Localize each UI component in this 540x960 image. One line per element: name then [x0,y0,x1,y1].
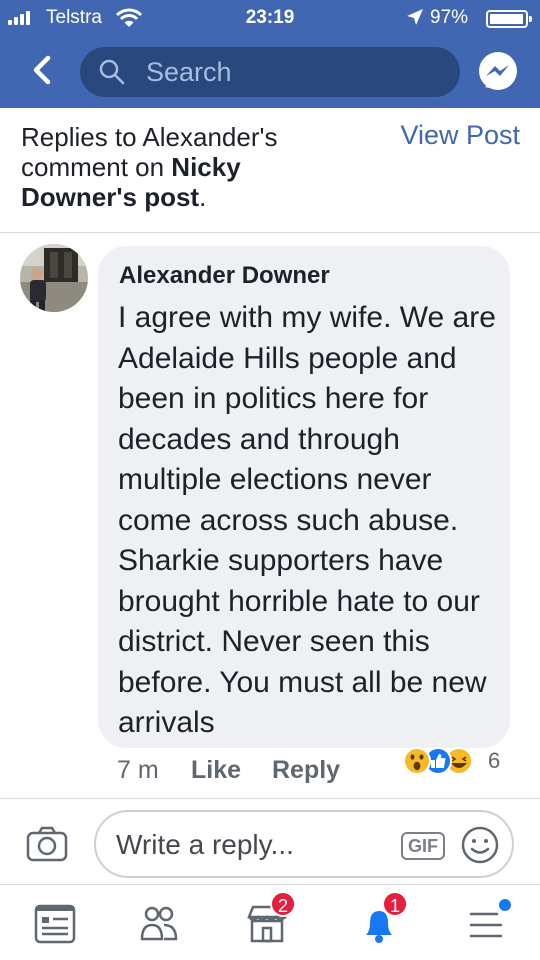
like-button[interactable]: Like [191,756,241,785]
comment-bubble: Alexander Downer I agree with my wife. W… [98,246,510,748]
reply-composer[interactable]: GIF [94,810,514,878]
gif-button[interactable]: GIF [401,832,445,860]
tab-notifications[interactable]: 1 [352,891,408,951]
replies-title-end: . [199,182,207,212]
view-post-link[interactable]: View Post [400,120,520,151]
location-arrow-icon [407,9,423,25]
comment-time: 7 m [117,756,159,784]
battery-icon [486,10,532,28]
status-bar: Telstra 23:19 97% [0,0,540,36]
search-icon [99,59,125,85]
notifications-badge: 1 [382,891,408,917]
wow-icon [403,747,431,775]
reaction-count[interactable]: 6 [488,748,500,774]
avatar[interactable] [20,244,88,312]
battery-percent: 97% [430,7,469,28]
camera-icon[interactable] [26,826,68,862]
post-label: 's post [116,182,200,212]
reply-button[interactable]: Reply [272,756,340,785]
header-divider [0,232,540,233]
replies-title: Replies to Alexander's comment on Nicky … [21,122,341,212]
menu-new-dot [499,899,511,911]
composer-divider [0,798,540,799]
messenger-icon[interactable] [475,49,521,95]
back-chevron-icon[interactable] [26,52,58,88]
search-input[interactable] [146,56,446,88]
friends-icon [140,906,178,941]
tab-news-feed[interactable] [27,897,81,951]
comment-text: I agree with my wife. We are Adelaide Hi… [118,301,496,739]
tab-marketplace[interactable]: 2 [240,891,296,951]
replies-header: Replies to Alexander's comment on Nicky … [0,108,540,232]
marketplace-badge: 2 [270,891,296,917]
comment-author[interactable]: Alexander Downer [119,262,330,290]
bottom-tab-bar: 2 1 [0,884,540,960]
tab-menu[interactable] [459,897,513,951]
tab-friends[interactable] [131,897,185,951]
news-feed-icon [34,904,76,944]
reply-input[interactable] [116,828,386,862]
top-bar: Telstra 23:19 97% [0,0,540,108]
search-bar[interactable] [80,47,460,97]
emoji-icon[interactable] [460,825,500,865]
